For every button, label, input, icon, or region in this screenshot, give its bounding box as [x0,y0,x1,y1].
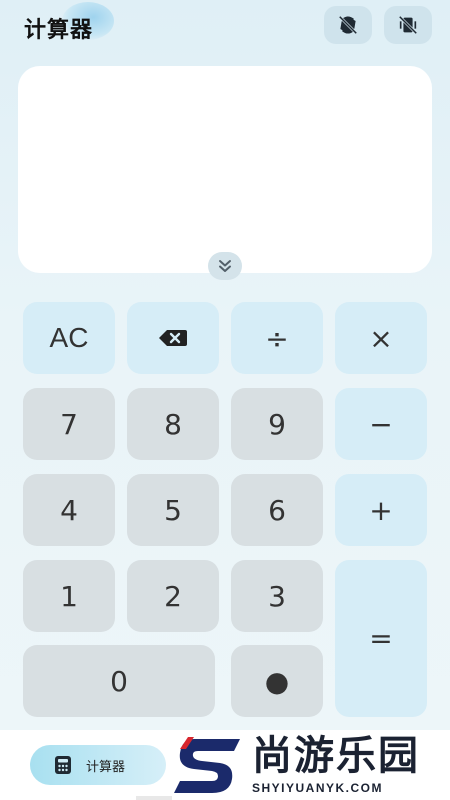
clear-button[interactable]: AC [23,302,115,374]
site-logo-icon [174,737,240,793]
watermark: 尚游乐园 SHYIYUANYK.COM [172,731,450,800]
digit-3-button[interactable]: 3 [231,560,323,632]
multiply-button[interactable]: × [335,302,427,374]
vibrate-toggle-button[interactable] [384,6,432,44]
digit-6-button[interactable]: 6 [231,474,323,546]
digit-9-button[interactable]: 9 [231,388,323,460]
digit-0-button[interactable]: 0 [23,645,215,717]
digit-4-button[interactable]: 4 [23,474,115,546]
vibrate-off-icon [398,15,418,35]
calculator-tab-label: 计算器 [86,759,126,775]
backspace-icon [159,330,187,346]
result-display [18,66,432,273]
app-title: 计算器 [24,18,94,43]
collapse-history-button[interactable] [208,252,242,280]
digit-8-button[interactable]: 8 [127,388,219,460]
app-header: 计算器 [0,0,450,56]
decimal-point-button[interactable]: ● [231,645,323,717]
watermark-text-cn: 尚游乐园 [252,733,420,779]
equals-button[interactable]: = [335,560,427,717]
digit-1-button[interactable]: 1 [23,560,115,632]
home-indicator [136,796,172,800]
watermark-text-en: SHYIYUANYK.COM [252,781,384,795]
chevron-double-down-icon [219,260,231,272]
calculator-icon [52,754,74,776]
calculator-tab[interactable]: 计算器 [30,745,166,785]
digit-2-button[interactable]: 2 [127,560,219,632]
divide-button[interactable]: ÷ [231,302,323,374]
plus-button[interactable]: + [335,474,427,546]
no-rotate-icon [338,15,358,35]
digit-7-button[interactable]: 7 [23,388,115,460]
backspace-button[interactable] [127,302,219,374]
digit-5-button[interactable]: 5 [127,474,219,546]
rotation-lock-button[interactable] [324,6,372,44]
minus-button[interactable]: − [335,388,427,460]
